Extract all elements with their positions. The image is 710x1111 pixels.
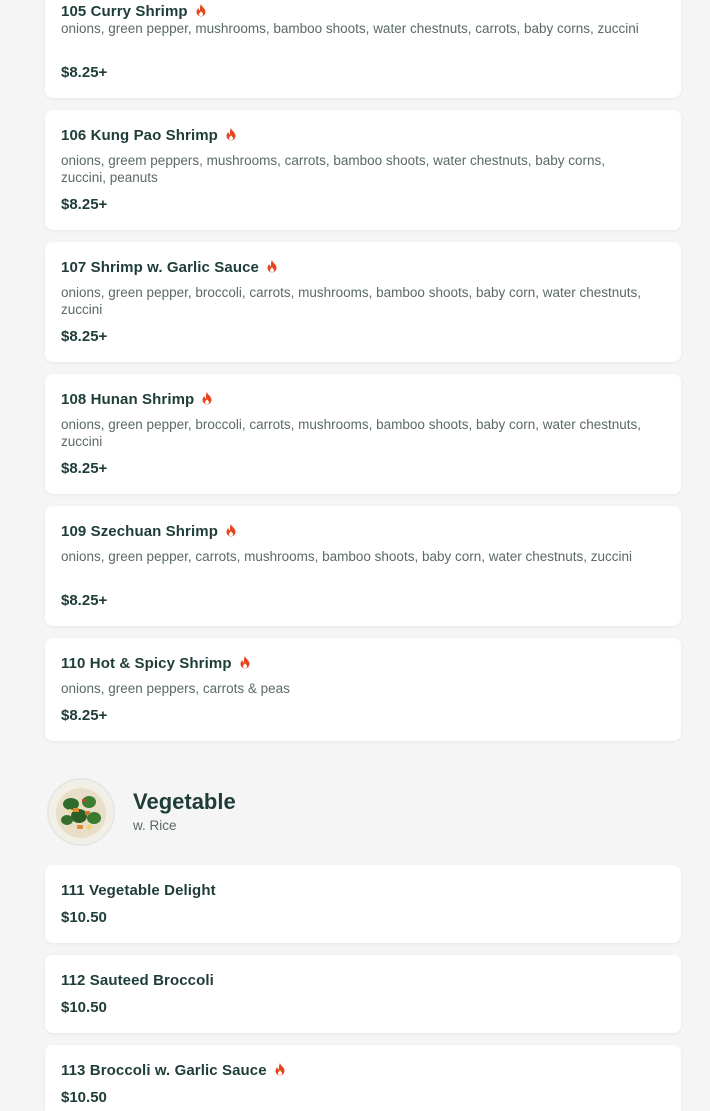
menu-item-card[interactable]: 111 Vegetable Delight $10.50 bbox=[45, 865, 681, 943]
menu-item-price: $8.25+ bbox=[61, 328, 108, 345]
menu-item-title: 111 Vegetable Delight bbox=[61, 882, 216, 899]
menu-item-card[interactable]: 113 Broccoli w. Garlic Sauce $10.50 bbox=[45, 1045, 681, 1111]
menu-item-card[interactable]: 108 Hunan Shrimp onions, green pepper, b… bbox=[45, 374, 681, 494]
menu-item-description: onions, greem peppers, mushrooms, carrot… bbox=[61, 153, 606, 185]
spicy-flame-icon bbox=[226, 523, 236, 536]
menu-item-card[interactable]: 107 Shrimp w. Garlic Sauce onions, green… bbox=[45, 242, 681, 362]
section-subtitle: w. Rice bbox=[133, 818, 177, 833]
menu-item-title: 108 Hunan Shrimp bbox=[61, 391, 195, 408]
menu-item-title: 112 Sauteed Broccoli bbox=[61, 972, 214, 989]
spicy-flame-icon bbox=[240, 655, 250, 668]
menu-item-price: $10.50 bbox=[61, 1089, 107, 1106]
vegetable-dish-image bbox=[47, 778, 115, 846]
menu-item-description: onions, green pepper, mushrooms, bamboo … bbox=[61, 21, 639, 36]
menu-item-title: 109 Szechuan Shrimp bbox=[61, 523, 218, 540]
menu-item-card[interactable]: 105 Curry Shrimp onions, green pepper, m… bbox=[45, 0, 681, 98]
menu-item-price: $8.25+ bbox=[61, 592, 108, 609]
menu-item-description: onions, green pepper, broccoli, carrots,… bbox=[61, 285, 642, 317]
menu-item-description: onions, green peppers, carrots & peas bbox=[61, 681, 290, 696]
menu-item-title: 110 Hot & Spicy Shrimp bbox=[61, 655, 232, 672]
menu-item-price: $8.25+ bbox=[61, 64, 108, 81]
menu-item-card[interactable]: 112 Sauteed Broccoli $10.50 bbox=[45, 955, 681, 1033]
menu-item-title: 105 Curry Shrimp bbox=[61, 3, 188, 20]
menu-item-card[interactable]: 109 Szechuan Shrimp onions, green pepper… bbox=[45, 506, 681, 626]
spicy-flame-icon bbox=[202, 391, 212, 404]
menu-item-card[interactable]: 110 Hot & Spicy Shrimp onions, green pep… bbox=[45, 638, 681, 741]
menu-item-description: onions, green pepper, broccoli, carrots,… bbox=[61, 417, 642, 449]
menu-item-price: $10.50 bbox=[61, 909, 107, 926]
menu-item-card[interactable]: 106 Kung Pao Shrimp onions, greem pepper… bbox=[45, 110, 681, 230]
menu-item-price: $8.25+ bbox=[61, 460, 108, 477]
menu-item-price: $8.25+ bbox=[61, 196, 108, 213]
spicy-flame-icon bbox=[267, 259, 277, 272]
menu-item-price: $8.25+ bbox=[61, 707, 108, 724]
spicy-flame-icon bbox=[226, 127, 236, 140]
menu-item-price: $10.50 bbox=[61, 999, 107, 1016]
section-title: Vegetable bbox=[133, 789, 236, 814]
spicy-flame-icon bbox=[275, 1062, 285, 1075]
vegetable-section-header: Vegetable w. Rice bbox=[45, 778, 681, 848]
menu-item-description: onions, green pepper, carrots, mushrooms… bbox=[61, 549, 633, 564]
menu-item-title: 113 Broccoli w. Garlic Sauce bbox=[61, 1062, 267, 1079]
spicy-flame-icon bbox=[196, 3, 206, 16]
menu-item-title: 107 Shrimp w. Garlic Sauce bbox=[61, 259, 259, 276]
menu-item-title: 106 Kung Pao Shrimp bbox=[61, 127, 218, 144]
